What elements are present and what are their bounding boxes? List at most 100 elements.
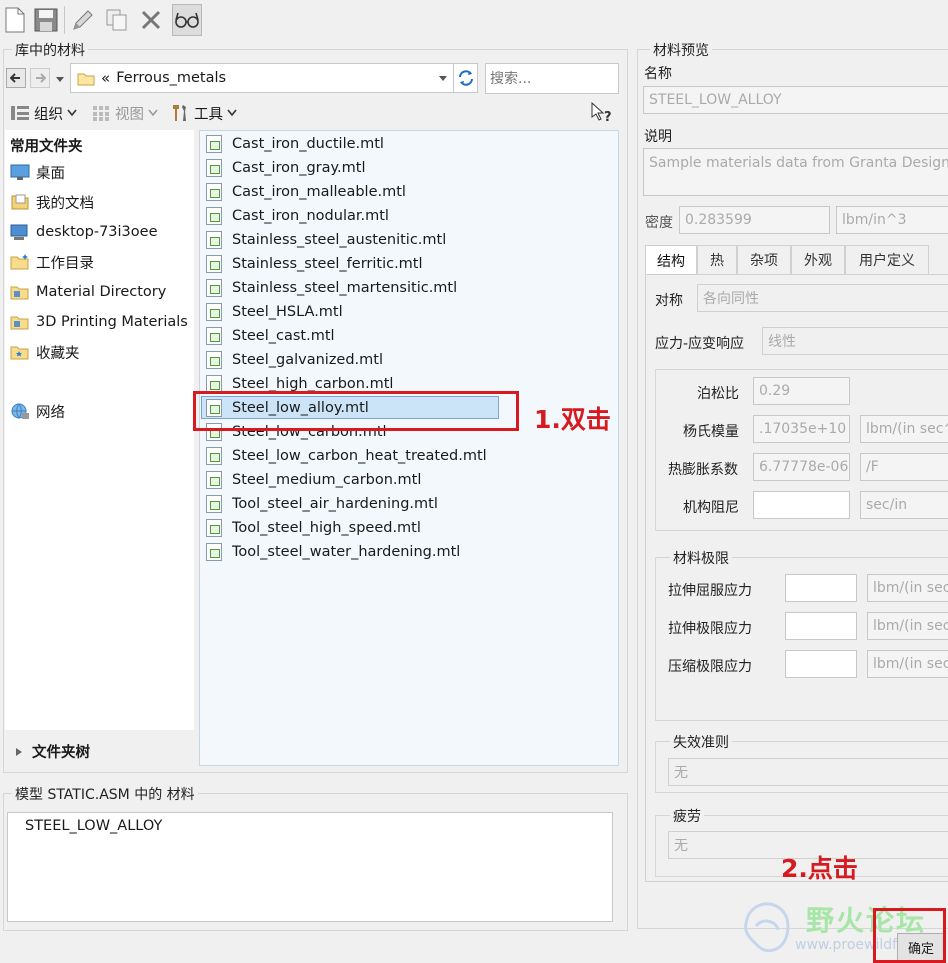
folder-tree-toggle[interactable]: 文件夹树 [14,741,90,762]
file-name: Tool_steel_high_speed.mtl [232,520,421,536]
material-file-icon [206,207,222,225]
working-folder-icon [10,254,29,270]
young-unit-select[interactable]: lbm/(in sec^2) [860,415,948,443]
file-row[interactable]: Stainless_steel_ferritic.mtl [206,253,423,275]
expand-triangle-icon [16,747,22,756]
glasses-icon[interactable] [172,4,202,36]
tools-menu[interactable]: 工具 [170,102,237,124]
poisson-label: 泊松比 [697,386,739,402]
tensile-ultimate-unit[interactable]: lbm/(in sec^2) [867,612,948,640]
stress-strain-select[interactable]: 线性 [762,327,948,355]
failure-criteria-select[interactable]: 无 [668,758,948,786]
tensile-yield-label: 拉伸屈服应力 [668,583,752,599]
forward-button[interactable] [30,68,50,88]
file-row[interactable]: Cast_iron_gray.mtl [206,157,366,179]
compressive-ultimate-unit[interactable]: lbm/(in sec^2) [867,650,948,678]
sidebar-item-3d-printing[interactable]: 3D Printing Materials [10,308,188,336]
material-file-icon [206,327,222,345]
sidebar-item-documents[interactable]: 我的文档 [10,188,94,216]
young-modulus-field[interactable]: .17035e+10 [753,415,850,443]
file-row[interactable]: Stainless_steel_austenitic.mtl [206,229,446,251]
file-row[interactable]: Steel_HSLA.mtl [206,301,343,323]
file-name: Tool_steel_air_hardening.mtl [232,496,438,512]
density-unit-select[interactable]: lbm/in^3 [836,206,948,234]
edit-pencil-icon[interactable] [68,4,98,36]
history-dropdown-icon[interactable] [55,72,65,88]
model-material-item[interactable]: STEEL_LOW_ALLOY [25,818,162,834]
file-row[interactable]: Steel_cast.mtl [206,325,335,347]
computer-icon [10,224,28,240]
file-row[interactable]: Cast_iron_malleable.mtl [206,181,406,203]
tab-thermal[interactable]: 热 [697,245,737,274]
file-name: Tool_steel_water_hardening.mtl [232,544,461,560]
failure-criteria-title: 失效准则 [670,732,732,752]
favorites-icon [10,346,29,360]
material-file-icon [206,543,222,561]
toolbar [0,0,948,40]
path-combobox[interactable]: « Ferrous_metals [70,63,455,93]
path-text: Ferrous_metals [116,70,227,86]
poisson-field[interactable]: 0.29 [753,377,850,405]
save-icon[interactable] [31,4,61,36]
file-row[interactable]: Steel_medium_carbon.mtl [206,469,421,491]
view-menu[interactable]: 视图 [92,102,158,124]
file-row[interactable]: Stainless_steel_martensitic.mtl [206,277,457,299]
damping-field[interactable] [753,491,850,519]
thermal-expansion-field[interactable]: 6.77778e-06 [753,453,850,481]
file-name: Steel_low_carbon_heat_treated.mtl [232,448,487,464]
description-label: 说明 [644,129,672,145]
description-field[interactable]: Sample materials data from Granta Design [643,148,948,196]
step2-highlight-box [873,908,946,963]
search-input[interactable] [485,63,619,94]
copy-icon[interactable] [102,4,132,36]
sidebar-item-label: 网络 [36,404,65,421]
folder-icon [77,73,95,85]
sidebar-item-working-dir[interactable]: 工作目录 [10,248,94,276]
material-file-icon [206,231,222,249]
sidebar-item-favorites[interactable]: 收藏夹 [10,338,80,366]
sidebar-item-label: 我的文档 [36,195,94,212]
desktop-icon [10,164,30,180]
file-name: Stainless_steel_martensitic.mtl [232,280,458,296]
file-row[interactable]: Tool_steel_water_hardening.mtl [206,541,460,563]
density-field[interactable]: 0.283599 [679,206,830,234]
new-document-icon[interactable] [0,4,30,36]
symmetry-select[interactable]: 各向同性 [697,284,948,312]
file-row[interactable]: Tool_steel_air_hardening.mtl [206,493,438,515]
tensile-yield-unit[interactable]: lbm/(in sec^2) [867,574,948,602]
organize-menu[interactable]: 组织 [10,102,77,124]
sidebar-item-desktop[interactable]: 桌面 [10,158,65,186]
organize-icon [11,106,29,120]
tab-structure[interactable]: 结构 [645,245,697,275]
context-help-icon[interactable]: ? [590,101,614,127]
name-field[interactable]: STEEL_LOW_ALLOY [643,86,948,114]
watermark-logo [738,896,798,962]
thermal-unit-select[interactable]: /F [860,453,948,481]
sidebar-item-label: 收藏夹 [36,345,80,362]
file-row[interactable]: Cast_iron_nodular.mtl [206,205,389,227]
file-row[interactable]: Steel_low_carbon_heat_treated.mtl [206,445,487,467]
tensile-ultimate-field[interactable] [785,612,857,640]
sidebar-item-label: 3D Printing Materials [36,314,188,330]
delete-icon[interactable] [136,4,166,36]
tensile-yield-field[interactable] [785,574,857,602]
refresh-icon [458,70,473,86]
material-limits-title: 材料极限 [670,548,732,568]
sidebar-item-material-directory[interactable]: Material Directory [10,278,166,306]
sidebar-item-computer[interactable]: desktop-73i3oee [10,218,158,246]
sidebar-item-network[interactable]: 网络 [10,397,65,425]
folder-tree-label: 文件夹树 [32,745,90,761]
chevron-down-icon [148,109,158,117]
file-row[interactable]: Steel_galvanized.mtl [206,349,383,371]
tab-user-defined[interactable]: 用户定义 [845,245,929,274]
compressive-ultimate-field[interactable] [785,650,857,678]
file-row[interactable]: Tool_steel_high_speed.mtl [206,517,421,539]
tab-misc[interactable]: 杂项 [737,245,791,274]
damping-unit-select[interactable]: sec/in [860,491,948,519]
tab-appearance[interactable]: 外观 [791,245,845,274]
file-row[interactable]: Cast_iron_ductile.mtl [206,133,384,155]
back-button[interactable] [6,68,26,88]
refresh-button[interactable] [453,63,478,93]
folder-icon [10,286,29,300]
preview-group-title: 材料预览 [650,40,712,60]
